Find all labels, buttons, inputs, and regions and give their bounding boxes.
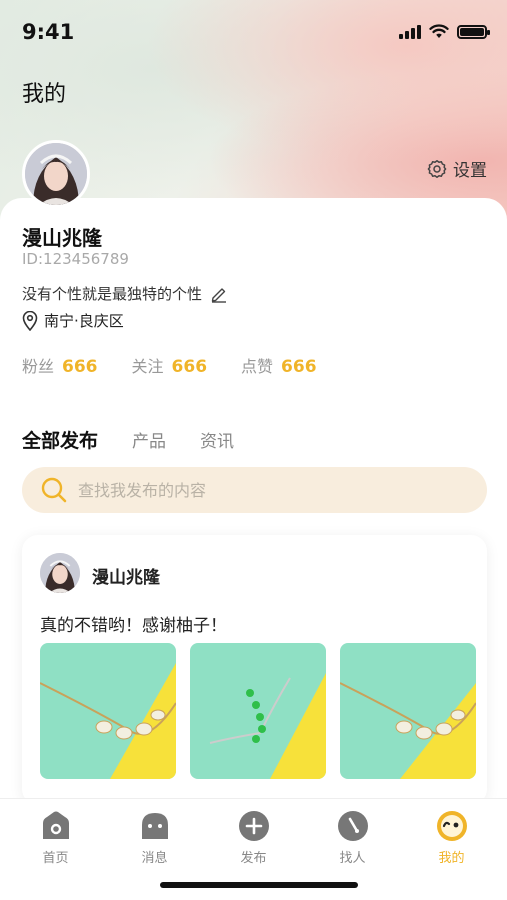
profile-location: 南宁·良庆区 <box>22 310 124 331</box>
necklace-image <box>340 643 476 779</box>
location-pin-icon <box>22 310 38 331</box>
tabbar-item-find-people[interactable]: 找人 <box>308 809 398 866</box>
post-author-name[interactable]: 漫山兆隆 <box>92 563 160 588</box>
tabbar-item-home[interactable]: 首页 <box>11 809 101 866</box>
battery-icon <box>457 24 490 39</box>
tab-news[interactable]: 资讯 <box>200 427 234 452</box>
location-text: 南宁·良庆区 <box>44 312 124 330</box>
home-icon <box>42 811 69 839</box>
tabbar-item-me[interactable]: 我的 <box>407 809 497 866</box>
stat-following[interactable]: 关注 666 <box>132 353 208 377</box>
stat-label: 关注 <box>131 357 164 376</box>
status-time: 9:41 <box>22 20 75 44</box>
wifi-icon <box>429 24 449 38</box>
status-bar: 9:41 <box>0 0 507 64</box>
page-title: 我的 <box>22 82 67 107</box>
bracelet-image <box>190 643 326 779</box>
profile-id: ID:123456789 <box>22 250 129 268</box>
stat-value: 666 <box>281 357 317 377</box>
profile-bio: 没有个性就是最独特的个性 <box>22 283 228 304</box>
post-card[interactable]: 漫山兆隆 真的不错哟！感谢柚子！ <box>22 535 487 805</box>
edit-pencil-icon[interactable] <box>210 285 228 303</box>
search-icon <box>41 477 67 503</box>
settings-button[interactable]: 设置 <box>427 156 487 181</box>
tab-products[interactable]: 产品 <box>132 427 166 452</box>
find-people-icon <box>337 811 368 841</box>
settings-label: 设置 <box>453 161 487 181</box>
publish-icon <box>238 811 269 841</box>
search-bar <box>22 467 487 513</box>
tabbar-label: 找人 <box>339 851 366 866</box>
stat-value: 666 <box>62 357 98 377</box>
tabbar-label: 首页 <box>42 851 69 866</box>
post-text: 真的不错哟！感谢柚子！ <box>40 616 227 636</box>
necklace-image <box>40 643 176 779</box>
tabbar-label: 消息 <box>141 851 168 866</box>
cellular-signal-icon <box>399 24 421 39</box>
status-icons <box>399 24 490 39</box>
me-icon <box>436 811 467 841</box>
gear-icon <box>427 159 447 178</box>
profile-avatar[interactable] <box>22 140 90 208</box>
tabbar-label: 发布 <box>240 851 267 866</box>
avatar-photo <box>25 143 87 205</box>
stat-label: 点赞 <box>241 357 274 376</box>
tab-all-posts[interactable]: 全部发布 <box>22 426 98 453</box>
stat-value: 666 <box>171 357 208 377</box>
post-author-avatar[interactable] <box>40 553 80 593</box>
content-tabs: 全部发布 产品 资讯 <box>22 426 234 453</box>
profile-stats: 粉丝 666 关注 666 点赞 666 <box>22 353 317 377</box>
search-input[interactable] <box>78 480 458 500</box>
stat-label: 粉丝 <box>22 357 55 376</box>
bio-text: 没有个性就是最独特的个性 <box>22 285 203 303</box>
stat-likes[interactable]: 点赞 666 <box>241 353 317 377</box>
post-image-necklace[interactable] <box>40 643 176 779</box>
tabbar-item-publish[interactable]: 发布 <box>209 809 299 866</box>
tabbar-item-messages[interactable]: 消息 <box>110 809 200 866</box>
avatar-photo <box>40 553 80 593</box>
tabbar-label: 我的 <box>438 851 465 866</box>
stat-fans[interactable]: 粉丝 666 <box>22 353 98 377</box>
post-image-bracelet[interactable] <box>190 643 326 779</box>
home-indicator <box>160 882 358 888</box>
profile-name: 漫山兆隆 <box>22 226 102 250</box>
message-icon <box>141 813 168 839</box>
post-images <box>40 643 476 779</box>
post-image-necklace-2[interactable] <box>340 643 476 779</box>
